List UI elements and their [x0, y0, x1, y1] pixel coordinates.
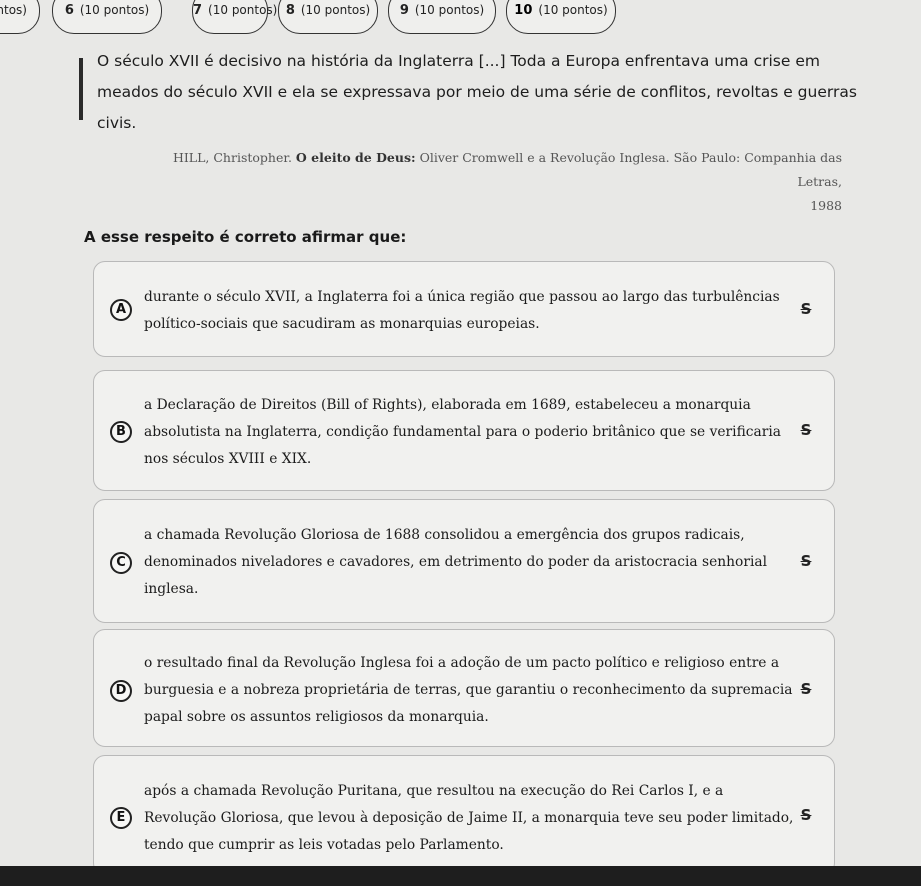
quote-bar: [79, 58, 83, 120]
bottom-bar: [0, 866, 921, 886]
option-letter: C: [110, 552, 132, 574]
option-text: a Declaração de Direitos (Bill of Rights…: [144, 397, 781, 467]
citation-title: O eleito de Deus:: [295, 150, 416, 165]
tab-label: (10 pontos): [208, 3, 278, 17]
strikethrough-icon[interactable]: S: [796, 680, 816, 700]
citation-author: HILL, Christopher.: [172, 150, 292, 165]
option-a[interactable]: A durante o século XVII, a Inglaterra fo…: [93, 261, 835, 357]
tab-question-5[interactable]: ntos): [0, 0, 40, 34]
option-letter: A: [110, 299, 132, 321]
option-letter: B: [110, 421, 132, 443]
tab-question-10[interactable]: 10 (10 pontos): [506, 0, 616, 34]
tab-number: 9: [399, 3, 409, 18]
tab-label: (10 pontos): [79, 3, 150, 17]
tab-number: 7: [193, 3, 203, 18]
option-text: a chamada Revolução Gloriosa de 1688 con…: [144, 527, 768, 597]
option-letter: D: [110, 680, 132, 702]
tab-number: 10: [514, 3, 533, 18]
tab-question-7[interactable]: 7 (10 pontos): [192, 0, 277, 34]
option-letter: E: [110, 807, 132, 829]
tab-label: (10 pontos): [538, 3, 608, 17]
quote-text: O século XVII é decisivo na história da …: [97, 52, 857, 132]
tab-question-8[interactable]: 8 (10 pontos): [278, 0, 378, 34]
citation-year: 1988: [810, 198, 842, 213]
citation: HILL, Christopher. O eleito de Deus: Oli…: [150, 146, 842, 218]
tab-number: 8: [285, 3, 295, 18]
strikethrough-icon[interactable]: S: [796, 421, 816, 441]
option-text: o resultado final da Revolução Inglesa f…: [144, 655, 793, 725]
tab-question-6[interactable]: 6 (10 pontos): [52, 0, 162, 34]
option-b[interactable]: B a Declaração de Direitos (Bill of Righ…: [93, 370, 835, 491]
option-d[interactable]: D o resultado final da Revolução Inglesa…: [93, 629, 835, 747]
tab-label: ntos): [0, 3, 27, 17]
option-text: após a chamada Revolução Puritana, que r…: [144, 783, 794, 853]
tab-label: (10 pontos): [414, 3, 485, 17]
option-e[interactable]: E após a chamada Revolução Puritana, que…: [93, 755, 835, 875]
tab-label: (10 pontos): [300, 3, 371, 17]
tab-question-9[interactable]: 9 (10 pontos): [388, 0, 496, 34]
question-tabs: ntos) 6 (10 pontos) 7 (10 pontos) 8 (10 pon…: [0, 0, 921, 38]
option-c[interactable]: C a chamada Revolução Gloriosa de 1688 c…: [93, 499, 835, 623]
strikethrough-icon[interactable]: S: [796, 552, 816, 572]
citation-rest: Oliver Cromwell e a Revolução Inglesa. S…: [419, 150, 842, 189]
tab-number: 6: [64, 3, 74, 18]
question-stem: A esse respeito é correto afirmar que:: [84, 228, 407, 246]
strikethrough-icon[interactable]: S: [796, 806, 816, 826]
strikethrough-icon[interactable]: S: [796, 300, 816, 320]
option-text: durante o século XVII, a Inglaterra foi …: [144, 289, 780, 332]
